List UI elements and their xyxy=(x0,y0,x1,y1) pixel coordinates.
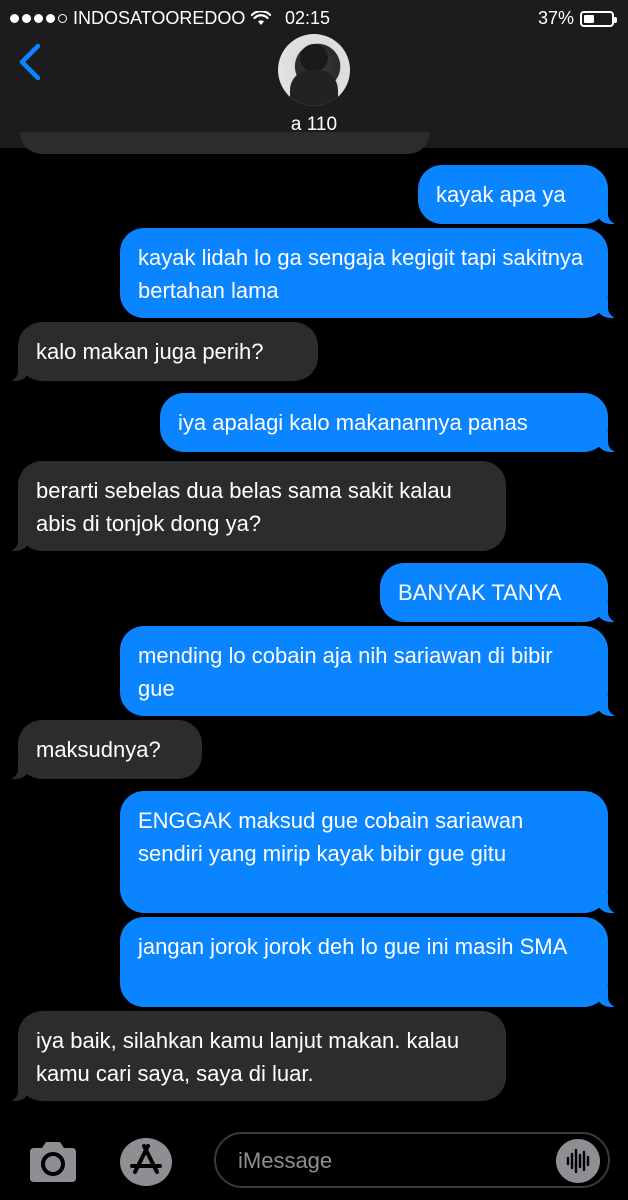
status-time: 02:15 xyxy=(285,8,331,28)
contact-avatar[interactable] xyxy=(278,34,350,106)
signal-strength-icon xyxy=(10,14,67,23)
message-bubble-outgoing[interactable]: mending lo cobain aja nih sariawan di bi… xyxy=(120,626,618,716)
previous-message-bubble-partial xyxy=(20,132,430,154)
imessage-input[interactable]: iMessage xyxy=(214,1132,610,1188)
carrier-name: INDOSATOOREDOO xyxy=(73,8,246,28)
message-bubble-outgoing[interactable]: BANYAK TANYA xyxy=(380,563,618,622)
status-bar: INDOSATOOREDOO 02:15 37% xyxy=(0,0,628,38)
audio-waveform-icon[interactable] xyxy=(556,1139,600,1183)
message-bubble-outgoing[interactable]: ENGGAK maksud gue cobain sariawan sendir… xyxy=(120,791,618,913)
battery-icon xyxy=(580,10,617,27)
wifi-icon xyxy=(251,10,272,25)
message-bubble-outgoing[interactable]: kayak apa ya xyxy=(418,165,618,224)
battery-percent: 37% xyxy=(537,8,574,28)
message-bubble-outgoing[interactable]: kayak lidah lo ga sengaja kegigit tapi s… xyxy=(120,228,618,318)
message-bubble-outgoing[interactable]: iya apalagi kalo makanannya panas xyxy=(160,393,618,452)
message-bubble-outgoing[interactable]: jangan jorok jorok deh lo gue ini masih … xyxy=(120,917,618,1007)
message-bubble-incoming[interactable]: berarti sebelas dua belas sama sakit kal… xyxy=(8,461,506,551)
imessage-placeholder: iMessage xyxy=(238,1148,333,1173)
message-bubble-incoming[interactable]: maksudnya? xyxy=(8,720,202,779)
message-bubble-incoming[interactable]: iya baik, silahkan kamu lanjut makan. ka… xyxy=(8,1011,506,1101)
app-store-icon[interactable] xyxy=(118,1136,174,1188)
camera-icon[interactable] xyxy=(26,1140,80,1184)
back-chevron-icon[interactable] xyxy=(12,42,52,82)
message-bubble-incoming[interactable]: kalo makan juga perih? xyxy=(8,322,318,381)
